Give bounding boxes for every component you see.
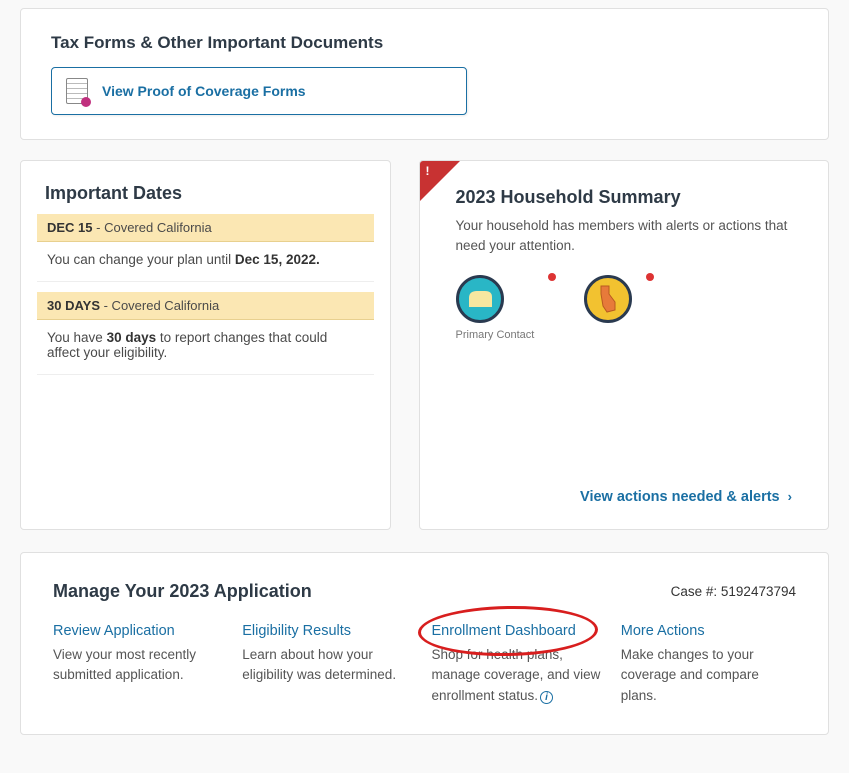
important-dates-card: Important Dates DEC 15 - Covered Califor… bbox=[20, 160, 391, 530]
enrollment-dashboard-desc: Shop for health plans, manage coverage, … bbox=[432, 645, 607, 706]
eligibility-results-desc: Learn about how your eligibility was det… bbox=[242, 645, 417, 686]
middle-row: Important Dates DEC 15 - Covered Califor… bbox=[20, 160, 829, 530]
summary-title: 2023 Household Summary bbox=[456, 187, 793, 208]
important-dates-title: Important Dates bbox=[45, 183, 366, 204]
bear-avatar-icon bbox=[456, 275, 504, 323]
date-detail: You can change your plan until Dec 15, 2… bbox=[37, 242, 374, 282]
date-banner-rest: - Covered California bbox=[100, 298, 219, 313]
date-banner: 30 DAYS - Covered California bbox=[37, 292, 374, 320]
household-summary-card: 2023 Household Summary Your household ha… bbox=[419, 160, 830, 530]
more-actions-link[interactable]: More Actions bbox=[621, 623, 705, 639]
case-number: Case #: 5192473794 bbox=[671, 584, 796, 599]
state-avatar-icon bbox=[584, 275, 632, 323]
manage-col-eligibility: Eligibility Results Learn about how your… bbox=[242, 622, 417, 706]
enrollment-dashboard-link[interactable]: Enrollment Dashboard bbox=[432, 623, 576, 639]
date-detail: You have 30 days to report changes that … bbox=[37, 320, 374, 375]
alert-dot-icon bbox=[646, 273, 654, 281]
more-actions-desc: Make changes to your coverage and compar… bbox=[621, 645, 796, 706]
household-avatars: Primary Contact bbox=[456, 275, 793, 341]
tax-forms-title: Tax Forms & Other Important Documents bbox=[51, 33, 798, 53]
date-detail-bold: 30 days bbox=[107, 330, 157, 345]
date-detail-bold: Dec 15, 2022. bbox=[235, 252, 320, 267]
review-application-link[interactable]: Review Application bbox=[53, 623, 175, 639]
manage-title: Manage Your 2023 Application bbox=[53, 581, 312, 602]
case-label: Case #: bbox=[671, 584, 721, 599]
date-banner-rest: - Covered California bbox=[93, 220, 212, 235]
manage-col-enrollment: Enrollment Dashboard Shop for health pla… bbox=[432, 622, 607, 706]
manage-col-more: More Actions Make changes to your covera… bbox=[621, 622, 796, 706]
primary-contact-label: Primary Contact bbox=[456, 329, 535, 341]
date-detail-pre: You have bbox=[47, 330, 107, 345]
member-avatar[interactable] bbox=[584, 275, 632, 341]
california-icon bbox=[595, 284, 621, 314]
view-proof-button[interactable]: View Proof of Coverage Forms bbox=[51, 67, 467, 115]
manage-application-card: Manage Your 2023 Application Case #: 519… bbox=[20, 552, 829, 735]
date-detail-pre: You can change your plan until bbox=[47, 252, 235, 267]
view-actions-label: View actions needed & alerts bbox=[580, 489, 780, 505]
review-application-desc: View your most recently submitted applic… bbox=[53, 645, 228, 686]
manage-col-review: Review Application View your most recent… bbox=[53, 622, 228, 706]
member-avatar[interactable]: Primary Contact bbox=[456, 275, 535, 341]
manage-header: Manage Your 2023 Application Case #: 519… bbox=[53, 581, 796, 602]
eligibility-results-link[interactable]: Eligibility Results bbox=[242, 623, 351, 639]
summary-subtitle: Your household has members with alerts o… bbox=[456, 216, 793, 257]
date-banner-bold: 30 DAYS bbox=[47, 298, 100, 313]
tax-forms-card: Tax Forms & Other Important Documents Vi… bbox=[20, 8, 829, 140]
date-banner-bold: DEC 15 bbox=[47, 220, 93, 235]
alert-dot-icon bbox=[548, 273, 556, 281]
manage-columns: Review Application View your most recent… bbox=[53, 622, 796, 706]
info-icon[interactable]: i bbox=[540, 691, 553, 704]
view-proof-label: View Proof of Coverage Forms bbox=[102, 83, 306, 99]
alert-corner-icon bbox=[420, 161, 460, 201]
view-actions-link[interactable]: View actions needed & alerts › bbox=[456, 489, 793, 505]
date-banner: DEC 15 - Covered California bbox=[37, 214, 374, 242]
document-icon bbox=[66, 78, 88, 104]
bear-icon bbox=[465, 288, 495, 310]
case-number-value: 5192473794 bbox=[721, 584, 796, 599]
chevron-right-icon: › bbox=[788, 489, 792, 504]
